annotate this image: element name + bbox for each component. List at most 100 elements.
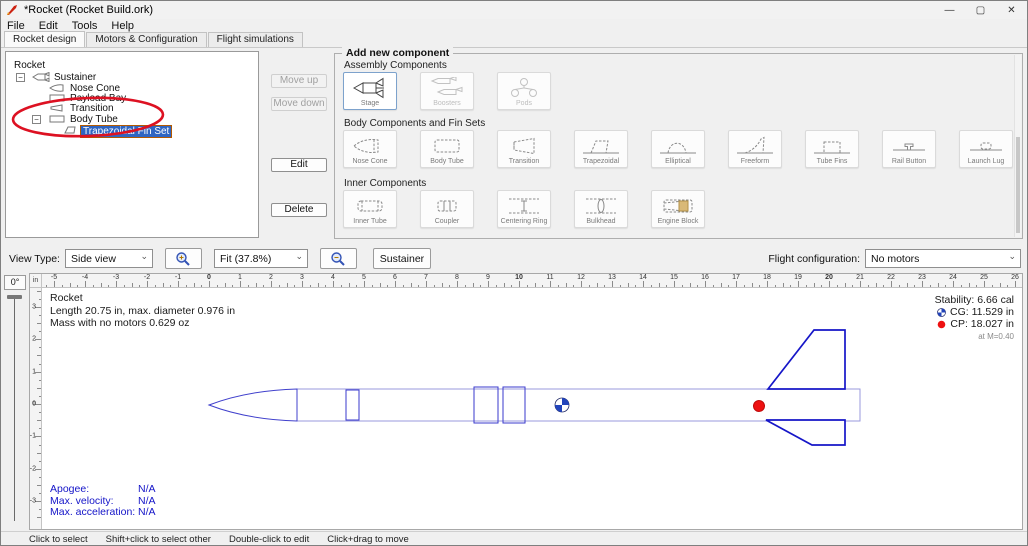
bulkhead-icon bbox=[581, 193, 621, 218]
ruler-tick bbox=[39, 509, 41, 510]
coupler-icon bbox=[427, 193, 467, 218]
ruler-tick bbox=[852, 285, 853, 287]
component-label: Body Tube bbox=[430, 158, 463, 165]
delete-button[interactable]: Delete bbox=[271, 203, 327, 217]
transition-icon bbox=[504, 133, 544, 158]
zoom-out-button[interactable] bbox=[320, 248, 357, 269]
status-hint-click-to-select: Click to select bbox=[29, 534, 88, 545]
minimize-button[interactable]: — bbox=[934, 1, 965, 19]
tab-bar: Rocket designMotors & ConfigurationFligh… bbox=[1, 33, 1027, 48]
section-label-body-components-and-fin-sets: Body Components and Fin Sets bbox=[344, 118, 485, 129]
tree-item-body-tube[interactable]: −Body Tube bbox=[6, 114, 258, 125]
ruler-tick bbox=[46, 285, 47, 287]
ruler-number: 11 bbox=[546, 274, 553, 281]
component-centering-ring-button[interactable]: Centering Ring bbox=[497, 190, 551, 228]
scrollbar-thumb[interactable] bbox=[1016, 137, 1020, 233]
component-coupler-button[interactable]: Coupler bbox=[420, 190, 474, 228]
chevron-down-icon: ⌄ bbox=[140, 251, 148, 262]
ruler-tick bbox=[217, 285, 218, 287]
move-up-button: Move up bbox=[271, 74, 327, 88]
tab-rocket-design[interactable]: Rocket design bbox=[4, 31, 85, 47]
tree-item-label: Sustainer bbox=[52, 72, 98, 83]
stability-value: Stability: 6.66 cal bbox=[935, 294, 1014, 306]
zoom-level-dropdown[interactable]: Fit (37.8%) ⌄ bbox=[214, 249, 308, 268]
freeform-icon bbox=[735, 133, 775, 158]
component-trapezoidal-button[interactable]: Trapezoidal bbox=[574, 130, 628, 168]
component-rail-button-button[interactable]: Rail Button bbox=[882, 130, 936, 168]
ruler-tick bbox=[256, 283, 257, 287]
ruler-tick bbox=[39, 412, 41, 413]
ruler-tick bbox=[170, 285, 171, 287]
tree-expander-icon[interactable]: − bbox=[32, 115, 41, 124]
tree-item-label: Transition bbox=[68, 103, 116, 114]
body-tube-icon bbox=[427, 133, 467, 158]
ruler-tick bbox=[37, 485, 41, 486]
ruler-tick bbox=[418, 285, 419, 287]
ruler-tick bbox=[163, 283, 164, 287]
rail-button-icon bbox=[889, 133, 929, 158]
view-toolbar: View Type: Side view ⌄ Fit (37.8%) ⌄ Sus… bbox=[1, 244, 1027, 273]
centering-ring-icon bbox=[504, 193, 544, 218]
ruler-tick bbox=[372, 285, 373, 287]
ruler-number: -4 bbox=[82, 274, 88, 281]
ruler-tick bbox=[37, 323, 41, 324]
rotation-slider-thumb[interactable] bbox=[7, 295, 22, 299]
ruler-number: 24 bbox=[949, 274, 957, 281]
component-nose-cone-button[interactable]: Nose Cone bbox=[343, 130, 397, 168]
component-bulkhead-button[interactable]: Bulkhead bbox=[574, 190, 628, 228]
tree-item-trapezoidal-fin-set[interactable]: Trapezoidal Fin Set bbox=[6, 125, 258, 136]
component-inner-tube-button[interactable]: Inner Tube bbox=[343, 190, 397, 228]
ruler-tick bbox=[37, 517, 41, 518]
tab-motors-configuration[interactable]: Motors & Configuration bbox=[86, 32, 206, 47]
component-stage-button[interactable]: Stage bbox=[343, 72, 397, 110]
flight-config-dropdown[interactable]: No motors ⌄ bbox=[865, 249, 1021, 268]
ruler-number: 0 bbox=[32, 401, 36, 408]
ruler-tick bbox=[108, 285, 109, 287]
ruler-number: 22 bbox=[887, 274, 895, 281]
component-engine-block-button[interactable]: Engine Block bbox=[651, 190, 705, 228]
ruler-tick bbox=[77, 285, 78, 287]
ruler-number: 23 bbox=[918, 274, 926, 281]
component-body-tube-button[interactable]: Body Tube bbox=[420, 130, 474, 168]
maximize-button[interactable]: ▢ bbox=[965, 1, 996, 19]
design-tree-panel[interactable]: Rocket−SustainerNose ConePayload BayTran… bbox=[5, 51, 259, 238]
menu-help[interactable]: Help bbox=[111, 20, 134, 32]
fin-icon bbox=[62, 125, 80, 138]
tree-item-rocket[interactable]: Rocket bbox=[6, 60, 258, 71]
launch-lug-icon bbox=[966, 133, 1006, 158]
component-launch-lug-button[interactable]: Launch Lug bbox=[959, 130, 1013, 168]
close-button[interactable]: ✕ bbox=[996, 1, 1027, 19]
component-elliptical-button[interactable]: Elliptical bbox=[651, 130, 705, 168]
tree-item-sustainer[interactable]: − Sustainer bbox=[6, 72, 258, 83]
ruler-number: 1 bbox=[32, 368, 36, 375]
rocket-canvas[interactable]: Rocket Length 20.75 in, max. diameter 0.… bbox=[42, 288, 1022, 529]
component-transition-button[interactable]: Transition bbox=[497, 130, 551, 168]
ruler-tick bbox=[938, 283, 939, 287]
ruler-tick bbox=[690, 283, 691, 287]
rotation-slider-track[interactable] bbox=[14, 297, 15, 521]
ruler-tick bbox=[628, 283, 629, 287]
ruler-tick bbox=[411, 283, 412, 287]
ruler-tick bbox=[364, 281, 365, 287]
ruler-tick bbox=[380, 283, 381, 287]
view-type-dropdown[interactable]: Side view ⌄ bbox=[65, 249, 153, 268]
ruler-tick bbox=[837, 285, 838, 287]
component-tube-fins-button[interactable]: Tube Fins bbox=[805, 130, 859, 168]
ruler-tick bbox=[713, 285, 714, 287]
edit-button[interactable]: Edit bbox=[271, 158, 327, 172]
tree-item-transition[interactable]: Transition bbox=[6, 103, 258, 114]
ruler-tick bbox=[821, 285, 822, 287]
pods-icon bbox=[504, 75, 544, 100]
ruler-unit-label: in bbox=[30, 274, 42, 288]
ruler-tick bbox=[395, 281, 396, 287]
ruler-tick bbox=[907, 283, 908, 287]
move-down-button: Move down bbox=[271, 97, 327, 111]
ruler-number: 7 bbox=[424, 274, 428, 281]
tab-flight-simulations[interactable]: Flight simulations bbox=[208, 32, 303, 47]
stage-toggle-button[interactable]: Sustainer bbox=[373, 248, 431, 269]
ruler-number: 10 bbox=[515, 274, 523, 281]
component-panel-scrollbar[interactable] bbox=[1014, 55, 1021, 237]
zoom-in-button[interactable] bbox=[165, 248, 202, 269]
tree-expander-icon[interactable]: − bbox=[16, 73, 25, 82]
component-freeform-button[interactable]: Freeform bbox=[728, 130, 782, 168]
